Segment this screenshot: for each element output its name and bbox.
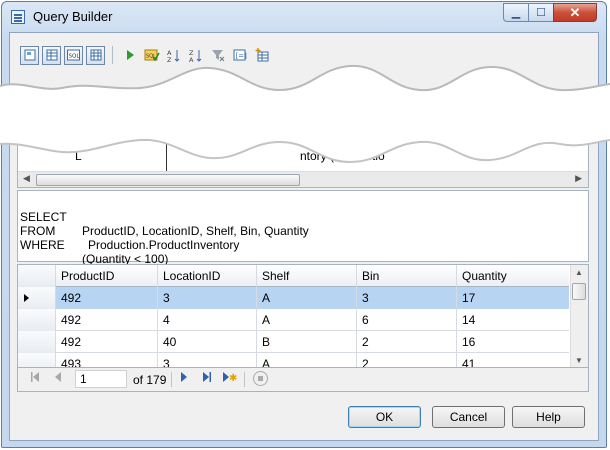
maximize-button[interactable]: ☐: [528, 3, 554, 22]
table-cell[interactable]: A: [257, 287, 357, 309]
maximize-icon: ☐: [536, 7, 546, 19]
table-cell[interactable]: 3: [357, 287, 457, 309]
table-row[interactable]: 492 40 B 2 16: [18, 331, 569, 353]
svg-text:✱: ✱: [229, 373, 237, 383]
record-navigator: 1 of 179 ✱: [17, 368, 589, 392]
stop-query-button[interactable]: [253, 371, 268, 386]
current-row-icon: [24, 294, 29, 302]
vertical-scroll-thumb[interactable]: [572, 283, 586, 300]
title-bar[interactable]: Query Builder ▁ ☐ ✕: [2, 2, 606, 32]
table-cell[interactable]: 14: [457, 309, 569, 331]
table-cell[interactable]: B: [257, 331, 357, 353]
vertical-scrollbar[interactable]: ▲ ▼: [570, 265, 588, 367]
table-cell[interactable]: 16: [457, 331, 569, 353]
table-cell[interactable]: 492: [56, 331, 158, 353]
table-cell[interactable]: 3: [158, 353, 257, 367]
screenshot-cutout: [0, 64, 610, 164]
close-button[interactable]: ✕: [553, 3, 597, 22]
sql-pane[interactable]: SELECT ProductID, LocationID, Shelf, Bin…: [17, 190, 589, 266]
table-cell[interactable]: 40: [158, 331, 257, 353]
horizontal-scroll-thumb[interactable]: [36, 174, 300, 186]
row-selector[interactable]: [18, 331, 56, 353]
scroll-down-icon[interactable]: ▼: [575, 356, 583, 365]
first-record-icon: [31, 372, 39, 382]
row-selector[interactable]: [18, 353, 56, 367]
table-cell[interactable]: 4: [158, 309, 257, 331]
table-cell[interactable]: 492: [56, 309, 158, 331]
row-selector[interactable]: [18, 309, 56, 331]
current-record-field[interactable]: 1: [75, 370, 127, 388]
scroll-right-icon[interactable]: ▶: [575, 173, 582, 184]
column-header[interactable]: LocationID: [158, 265, 257, 287]
window-title: Query Builder: [33, 9, 113, 24]
table-cell[interactable]: 17: [457, 287, 569, 309]
column-header[interactable]: ProductID: [56, 265, 158, 287]
table-cell[interactable]: 2: [357, 331, 457, 353]
sql-from-table: Production.ProductInventory: [88, 238, 240, 252]
last-record-icon: [203, 372, 211, 382]
sql-select-columns: ProductID, LocationID, Shelf, Bin, Quant…: [82, 224, 309, 238]
scroll-up-icon[interactable]: ▲: [575, 268, 583, 277]
next-record-button[interactable]: [180, 371, 188, 386]
column-header[interactable]: Shelf: [257, 265, 357, 287]
table-cell[interactable]: 2: [357, 353, 457, 367]
minimize-button[interactable]: ▁: [503, 3, 529, 22]
navigator-separator: [244, 372, 245, 387]
minimize-icon: ▁: [511, 7, 521, 19]
first-record-button[interactable]: [30, 371, 40, 386]
column-header[interactable]: Bin: [357, 265, 457, 287]
next-record-icon: [181, 372, 187, 382]
record-count-label: of 179: [133, 373, 167, 387]
query-builder-icon: [11, 10, 25, 24]
results-grid: ProductID LocationID Shelf Bin Quantity …: [17, 264, 589, 368]
sql-keyword: WHERE: [20, 238, 65, 252]
table-cell[interactable]: 41: [457, 353, 569, 367]
navigator-separator: [171, 372, 172, 387]
cancel-button[interactable]: Cancel: [432, 406, 505, 428]
table-cell[interactable]: 492: [56, 287, 158, 309]
table-cell[interactable]: 3: [158, 287, 257, 309]
last-record-button[interactable]: [202, 371, 212, 386]
new-record-icon: ✱: [223, 372, 237, 384]
new-record-button[interactable]: ✱: [222, 371, 238, 386]
ok-button[interactable]: OK: [348, 406, 421, 428]
help-button[interactable]: Help: [512, 406, 585, 428]
scroll-left-icon[interactable]: ◀: [23, 173, 30, 184]
table-cell[interactable]: 493: [56, 353, 158, 367]
results-header-row: ProductID LocationID Shelf Bin Quantity: [18, 265, 569, 287]
table-row[interactable]: 492 4 A 6 14: [18, 309, 569, 331]
horizontal-scrollbar[interactable]: ◀ ▶: [18, 171, 588, 187]
row-selector[interactable]: [18, 287, 56, 309]
table-cell[interactable]: A: [257, 309, 357, 331]
previous-record-icon: [55, 372, 61, 382]
table-row[interactable]: 493 3 A 2 41: [18, 353, 569, 367]
table-cell[interactable]: A: [257, 353, 357, 367]
table-cell[interactable]: 6: [357, 309, 457, 331]
close-icon: ✕: [569, 4, 581, 20]
table-row[interactable]: 492 3 A 3 17: [18, 287, 569, 309]
row-header-corner: [18, 265, 56, 287]
previous-record-button[interactable]: [54, 371, 62, 386]
column-header[interactable]: Quantity: [457, 265, 569, 287]
